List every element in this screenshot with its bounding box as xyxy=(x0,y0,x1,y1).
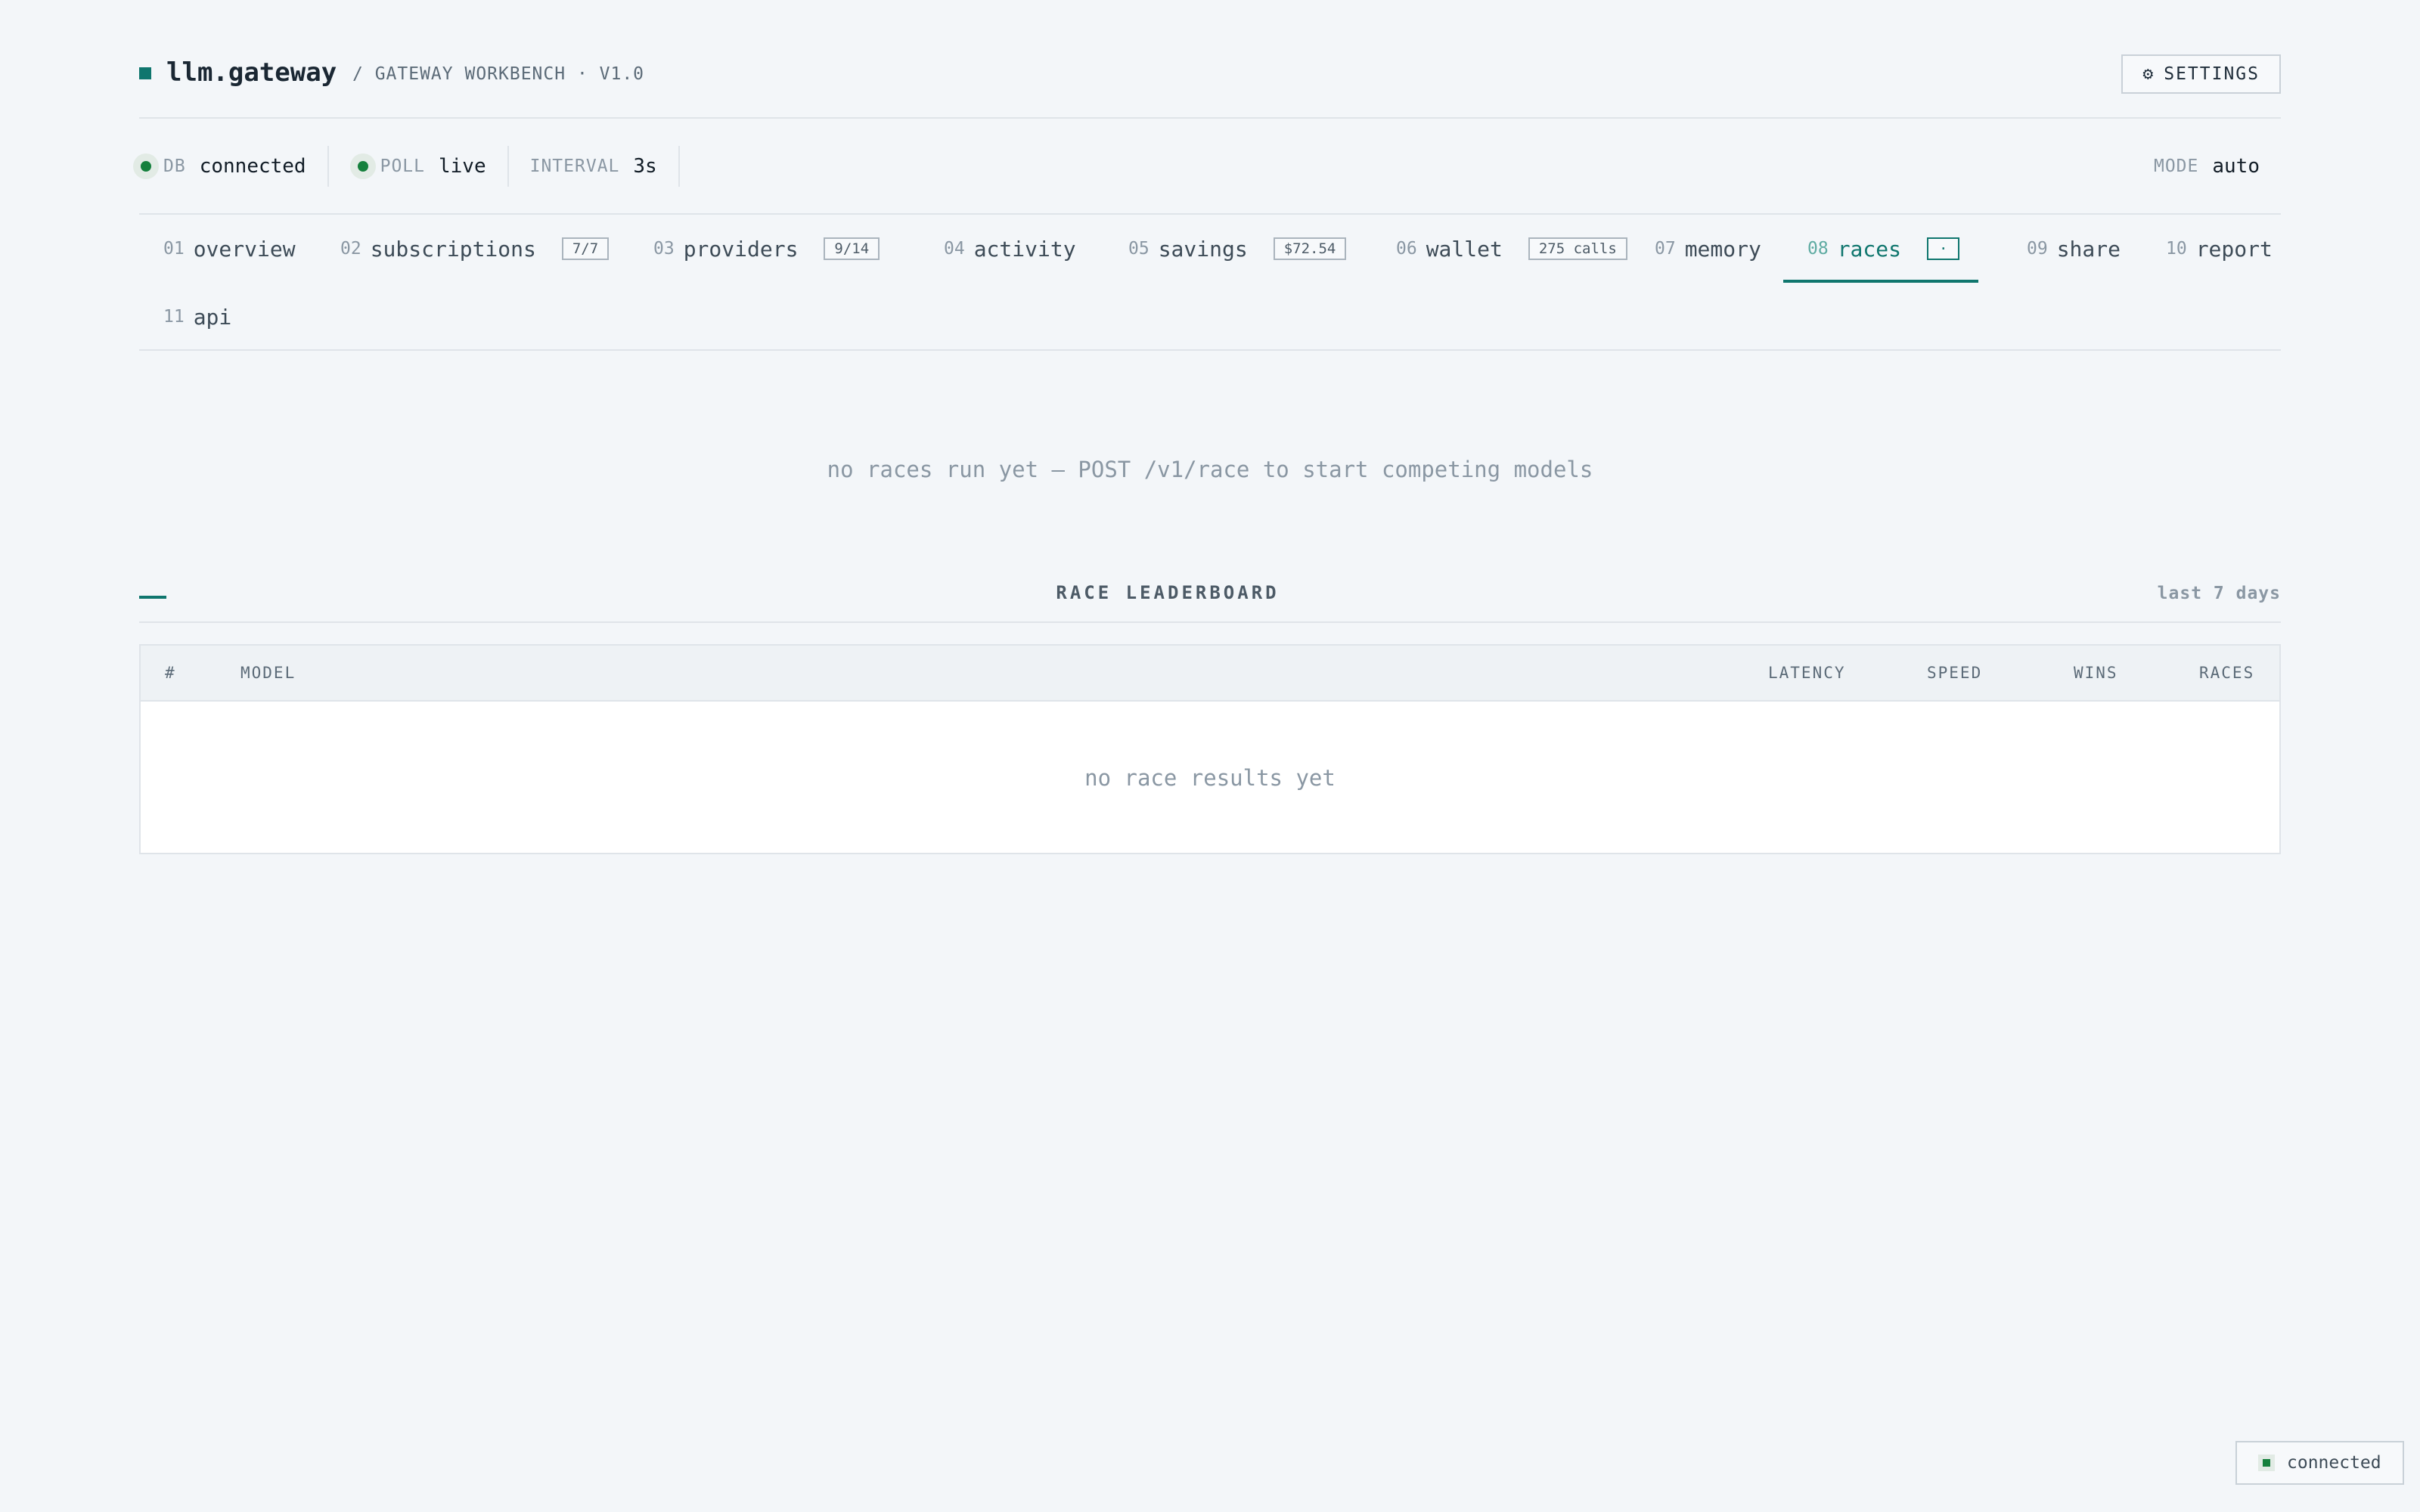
tab-bar: 01 overview 02 subscriptions 7/7 03 prov… xyxy=(139,215,2281,351)
tab-label: api xyxy=(193,304,232,330)
tab-number: 02 xyxy=(340,239,361,259)
tab-number: 08 xyxy=(1807,239,1829,259)
tab-races[interactable]: 08 races · xyxy=(1783,215,1978,283)
tab-overview[interactable]: 01 overview xyxy=(139,215,320,283)
status-interval: INTERVAL 3s xyxy=(529,145,680,187)
status-mode-value: auto xyxy=(2212,155,2260,178)
app-root: llm.gateway / GATEWAY WORKBENCH · V1.0 ⚙… xyxy=(133,0,2281,854)
tab-number: 01 xyxy=(163,239,185,259)
tab-number: 05 xyxy=(1128,239,1150,259)
settings-label: SETTINGS xyxy=(2164,64,2260,84)
table-header-row: # MODEL LATENCY SPEED WINS RACES xyxy=(141,646,2279,702)
column-rank[interactable]: # xyxy=(165,664,176,682)
column-speed[interactable]: SPEED xyxy=(1927,664,1982,682)
tab-providers[interactable]: 03 providers 9/14 xyxy=(629,215,904,283)
tab-label: savings xyxy=(1158,236,1248,262)
app-header: llm.gateway / GATEWAY WORKBENCH · V1.0 ⚙… xyxy=(139,0,2281,119)
tab-label: memory xyxy=(1684,236,1761,262)
status-interval-value: 3s xyxy=(633,154,657,178)
tab-badge: 7/7 xyxy=(561,237,610,260)
status-square-icon xyxy=(2258,1455,2275,1471)
status-dot-icon xyxy=(133,153,159,179)
tab-label: report xyxy=(2195,236,2273,262)
tab-number: 11 xyxy=(163,307,185,327)
tab-report[interactable]: 10 report xyxy=(2142,215,2297,283)
connection-toast-text: connected xyxy=(2287,1453,2381,1473)
leaderboard-range[interactable]: last 7 days xyxy=(2158,584,2281,603)
tab-number: 10 xyxy=(2166,239,2187,259)
tab-subscriptions[interactable]: 02 subscriptions 7/7 xyxy=(316,215,633,283)
status-poll-label: POLL xyxy=(380,156,425,176)
status-bar: DB connected POLL live INTERVAL 3s MODE … xyxy=(133,119,2281,215)
tab-label: providers xyxy=(683,236,799,262)
tab-label: activity xyxy=(973,236,1076,262)
status-interval-label: INTERVAL xyxy=(529,156,620,176)
settings-button[interactable]: ⚙ SETTINGS xyxy=(2121,54,2281,94)
tab-number: 06 xyxy=(1396,239,1417,259)
app-name: llm.gateway xyxy=(166,57,337,88)
leaderboard-header: RACE LEADERBOARD last 7 days xyxy=(139,575,2281,623)
gear-icon: ⚙ xyxy=(2142,64,2155,84)
tab-api[interactable]: 11 api xyxy=(139,283,256,351)
tab-badge: · xyxy=(1927,237,1960,260)
status-db-label: DB xyxy=(163,156,186,176)
tab-label: overview xyxy=(193,236,296,262)
status-poll: POLL live xyxy=(349,145,509,187)
app-subtitle: / GATEWAY WORKBENCH · V1.0 xyxy=(352,64,645,84)
leaderboard-title: RACE LEADERBOARD xyxy=(1056,582,1280,603)
tab-wallet[interactable]: 06 wallet 275 calls xyxy=(1372,215,1652,283)
tab-badge: 275 calls xyxy=(1528,237,1627,260)
leaderboard-empty-message: no race results yet xyxy=(1084,765,1336,791)
status-db-value: connected xyxy=(199,154,306,178)
tab-label: share xyxy=(2056,236,2121,262)
connection-toast: connected xyxy=(2235,1441,2404,1485)
column-races[interactable]: RACES xyxy=(2199,664,2254,682)
tab-label: races xyxy=(1837,236,1901,262)
tab-memory[interactable]: 07 memory xyxy=(1630,215,1786,283)
status-dot-icon xyxy=(349,153,376,179)
status-db: DB connected xyxy=(133,145,329,187)
tab-badge: $72.54 xyxy=(1273,237,1347,260)
status-mode-label: MODE xyxy=(2153,156,2199,176)
column-wins[interactable]: WINS xyxy=(2074,664,2118,682)
column-model[interactable]: MODEL xyxy=(240,664,296,682)
status-mode[interactable]: MODE auto xyxy=(2154,146,2260,187)
column-latency[interactable]: LATENCY xyxy=(1768,664,1846,682)
tab-number: 04 xyxy=(944,239,965,259)
tab-activity[interactable]: 04 activity xyxy=(920,215,1100,283)
tab-number: 03 xyxy=(653,239,675,259)
races-empty-message: no races run yet — POST /v1/race to star… xyxy=(827,457,1593,482)
tab-share[interactable]: 09 share xyxy=(2003,215,2145,283)
tab-number: 07 xyxy=(1655,239,1676,259)
tab-label: subscriptions xyxy=(370,236,536,262)
tab-savings[interactable]: 05 savings $72.54 xyxy=(1104,215,1370,283)
tab-label: wallet xyxy=(1426,236,1503,262)
tab-number: 09 xyxy=(2027,239,2048,259)
square-icon xyxy=(139,67,151,79)
tab-badge: 9/14 xyxy=(824,237,880,260)
leaderboard-table: # MODEL LATENCY SPEED WINS RACES no race… xyxy=(139,644,2281,854)
status-poll-value: live xyxy=(438,154,486,178)
